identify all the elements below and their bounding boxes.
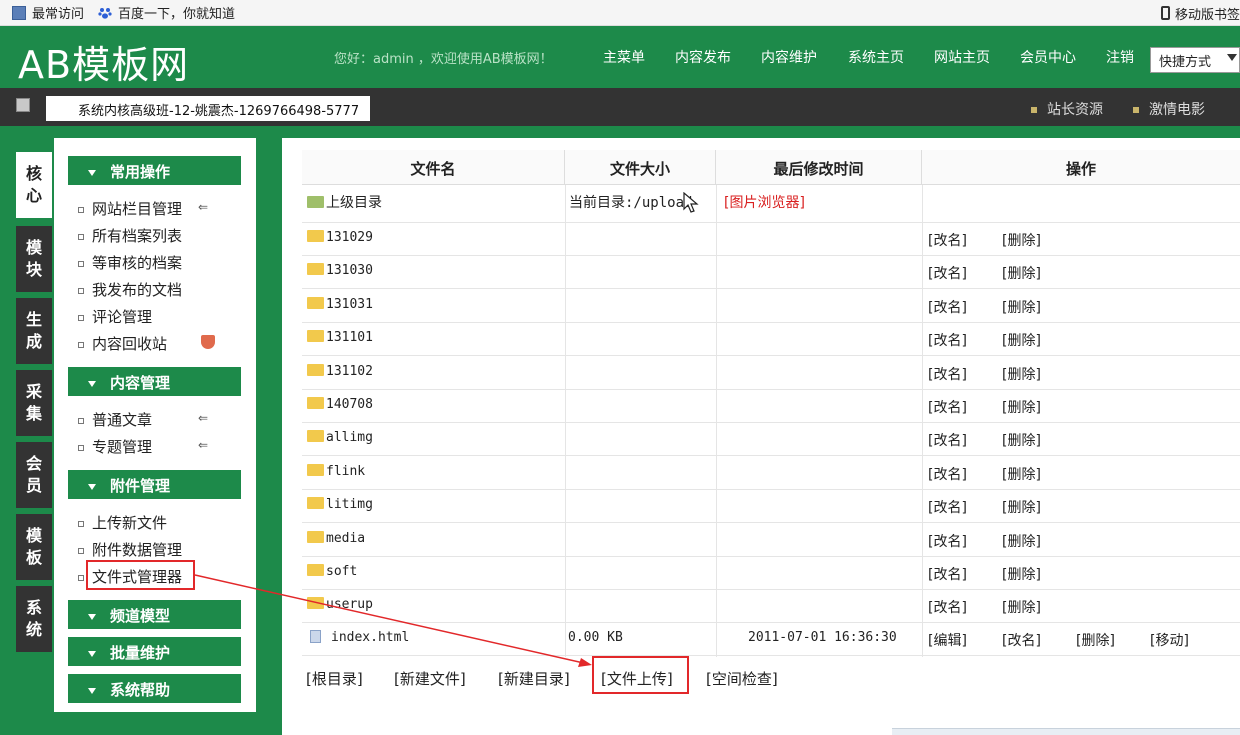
horizontal-scrollbar[interactable]	[892, 728, 1240, 735]
annotation-arrow-icon	[194, 574, 592, 667]
mouse-cursor-icon	[683, 192, 699, 213]
